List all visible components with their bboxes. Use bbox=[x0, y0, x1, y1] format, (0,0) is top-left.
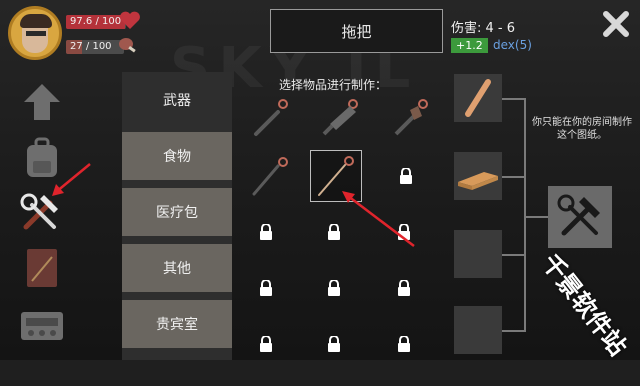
damage-stat: 伤害: 4 - 6 bbox=[451, 21, 516, 36]
tree-connector bbox=[502, 98, 526, 100]
knife-icon bbox=[254, 99, 288, 136]
annotation-arrow bbox=[342, 191, 415, 247]
lock-icon bbox=[400, 168, 412, 184]
tree-connector bbox=[502, 176, 526, 178]
lock-icon bbox=[260, 280, 272, 296]
health-bar: 97.6 / 100 bbox=[66, 15, 126, 29]
tab-other[interactable]: 其他 bbox=[122, 244, 232, 292]
recipe-slot-knife[interactable] bbox=[244, 92, 296, 144]
wood-plank-icon bbox=[458, 172, 498, 190]
journal-icon bbox=[27, 249, 57, 287]
category-tabs: 武器 食物 医疗包 其他 贵宾室 bbox=[122, 72, 232, 360]
up-arrow-icon bbox=[24, 84, 60, 120]
nav-journal-button[interactable] bbox=[20, 246, 64, 290]
player-avatar bbox=[8, 6, 62, 60]
material-slot-empty bbox=[454, 306, 502, 354]
nav-up-button[interactable] bbox=[20, 80, 64, 124]
material-slot-wood-plank bbox=[454, 152, 502, 200]
lock-icon bbox=[398, 336, 410, 352]
dex-stat: dex(5) bbox=[493, 38, 532, 52]
radio-icon bbox=[21, 312, 63, 340]
tree-connector bbox=[502, 330, 526, 332]
recipe-slot-locked bbox=[308, 318, 360, 370]
material-slot-stick bbox=[454, 74, 502, 122]
lock-icon bbox=[328, 336, 340, 352]
tree-connector bbox=[502, 254, 526, 256]
pipe-icon bbox=[252, 157, 288, 196]
lock-icon bbox=[328, 280, 340, 296]
meat-icon bbox=[119, 38, 136, 53]
nav-radio-button[interactable] bbox=[18, 302, 66, 346]
blueprint-note: 你只能在你的房间制作这个图纸。 bbox=[532, 117, 632, 141]
tab-medkit[interactable]: 医疗包 bbox=[122, 188, 232, 236]
tab-food[interactable]: 食物 bbox=[122, 132, 232, 180]
recipe-slot-locked bbox=[240, 206, 292, 258]
select-hint: 选择物品进行制作： bbox=[279, 78, 388, 92]
tree-connector bbox=[524, 216, 548, 218]
lock-icon bbox=[398, 280, 410, 296]
hunger-text: 27 / 100 bbox=[70, 41, 112, 52]
health-text: 97.6 / 100 bbox=[70, 16, 122, 27]
recipe-slot-locked bbox=[240, 262, 292, 314]
hunger-bar: 27 / 100 bbox=[66, 40, 124, 54]
stick-icon bbox=[465, 79, 491, 117]
heart-icon bbox=[120, 11, 140, 29]
recipe-slot-pipe[interactable] bbox=[244, 150, 296, 202]
cleaver-icon bbox=[322, 99, 358, 136]
annotation-arrow bbox=[52, 163, 91, 196]
close-button[interactable] bbox=[602, 10, 630, 38]
recipe-slot-locked bbox=[378, 262, 430, 314]
material-slot-empty bbox=[454, 230, 502, 278]
recipe-slot-hammer[interactable] bbox=[384, 92, 436, 144]
tab-weapons[interactable]: 武器 bbox=[122, 76, 232, 124]
item-name: 拖把 bbox=[270, 9, 443, 53]
tab-vip-room[interactable]: 贵宾室 bbox=[122, 300, 232, 348]
lock-icon bbox=[260, 336, 272, 352]
recipe-slot-cleaver[interactable] bbox=[314, 92, 366, 144]
bonus-badge: +1.2 bbox=[451, 38, 488, 53]
lock-icon bbox=[260, 224, 272, 240]
recipe-slot-locked bbox=[378, 318, 430, 370]
hammer-icon bbox=[394, 99, 428, 136]
recipe-slot-locked bbox=[308, 262, 360, 314]
recipe-slot-locked bbox=[240, 318, 292, 370]
